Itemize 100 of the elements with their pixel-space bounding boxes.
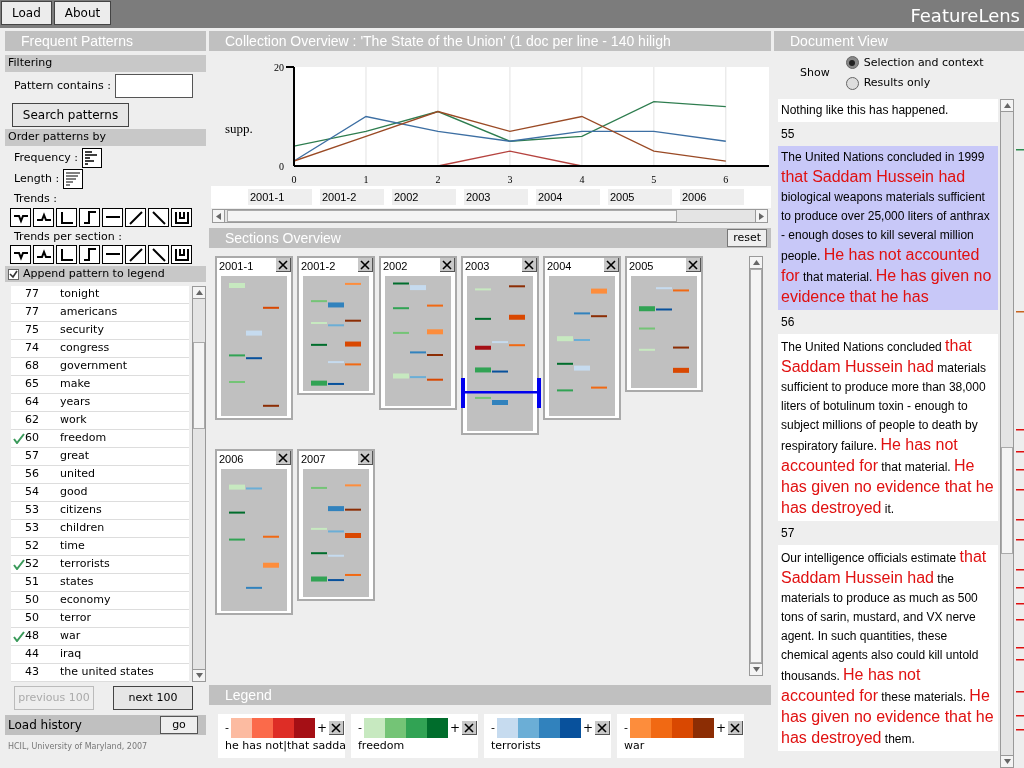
close-icon[interactable] [604,258,619,272]
close-icon[interactable] [276,451,291,465]
falling-line-icon[interactable] [148,207,169,227]
document-paragraph[interactable]: Our intelligence officials estimate that Saddam Hussein had the materials to produce as much as 500 tons of sarin, mustard, and VX nerve agent. In such quantities, these chemical agents also could kill untold thousands. He has not accounted for these materials. He has given no evidence that he has destroyed them. [778,545,998,751]
section-card[interactable]: 2007 [297,449,375,601]
paragraph-number: 55 [780,126,796,143]
right-arrow-icon[interactable] [759,212,764,220]
pattern-row[interactable]: 77 americans [11,304,189,322]
down-arrow-icon[interactable] [195,673,203,678]
section-card[interactable]: 2001-1 [215,256,293,420]
down-arrow-icon[interactable] [752,667,760,672]
checkbox[interactable] [8,268,19,280]
pattern-row[interactable]: 77 tonight [11,286,189,304]
left-arrow-icon[interactable] [216,212,221,220]
radio-label: Selection and context [863,54,984,71]
close-icon[interactable] [595,721,611,735]
step-up-icon[interactable] [79,245,100,264]
pattern-row[interactable]: 53 children [11,520,189,538]
document-paragraph[interactable]: The United Nations concluded that Saddam Hussein had materials sufficient to produce more than 38,000 liters of botulinum toxin - enough to subject millions of people to death by respiratory failure. He has not accounted for that material. He has given no evidence that he has destroyed it. [778,334,998,521]
pattern-text: government [60,358,128,375]
legend-label: war [624,739,645,752]
close-icon[interactable] [358,451,373,465]
close-icon[interactable] [462,721,478,735]
pattern-row[interactable]: 50 economy [11,592,189,610]
close-icon[interactable] [522,258,537,272]
pattern-row[interactable]: 52 time [11,538,189,556]
section-card[interactable]: 2006 [215,449,293,615]
toolbar-button[interactable]: Load [1,1,52,25]
pattern-row[interactable]: 74 congress [11,340,189,358]
section-title: 2007 [301,452,326,467]
pattern-row[interactable]: 52 terrorists [11,556,189,574]
increase-label: + [450,720,461,737]
step-down-icon[interactable] [56,207,77,227]
pattern-row[interactable]: 48 war [11,628,189,646]
scrollbar-thumb[interactable] [750,269,762,663]
list-scrollbar[interactable] [192,286,206,682]
rising-line-icon[interactable] [125,245,146,264]
notch-icon[interactable] [171,245,192,264]
next-button[interactable]: next 100 [113,686,193,710]
up-arrow-icon[interactable] [752,260,760,265]
reset-button[interactable]: reset [727,229,767,247]
close-icon[interactable] [440,258,455,272]
up-arrow-icon[interactable] [1003,103,1011,108]
pattern-row[interactable]: 54 good [11,484,189,502]
pattern-count: 74 [25,340,40,357]
section-card[interactable]: 2005 [625,256,703,392]
step-down-icon[interactable] [56,245,77,264]
pattern-text: good [60,484,88,501]
notch-icon[interactable] [171,207,192,227]
pattern-row[interactable]: 53 citizens [11,502,189,520]
close-icon[interactable] [358,258,373,272]
document-scrollbar[interactable] [1000,99,1014,768]
paragraph-number: 56 [780,314,796,331]
scrollbar-thumb[interactable] [1001,446,1013,554]
section-card[interactable]: 2003 [461,256,539,435]
close-icon[interactable] [329,721,345,735]
section-label: 2004 [536,188,600,206]
falling-line-icon[interactable] [148,245,169,264]
pattern-count: 75 [25,322,40,339]
document-paragraph[interactable]: The United Nations concluded in 1999 that Saddam Hussein had biological weapons materials sufficient to produce over 25,000 liters of anthrax - enough doses to kill several million people. He has not accounted for that material. He has given no evidence that he has [778,146,998,310]
pattern-row[interactable]: 51 states [11,574,189,592]
scrollbar-thumb[interactable] [227,210,677,222]
close-icon[interactable] [728,721,744,735]
pattern-row[interactable]: 68 government [11,358,189,376]
sections-scrollbar[interactable] [749,256,763,676]
up-arrow-icon[interactable] [195,290,203,295]
pattern-row[interactable]: 44 iraq [11,646,189,664]
toolbar-button[interactable]: About [53,1,112,25]
pattern-row[interactable]: 43 the united states [11,664,189,682]
section-card[interactable]: 2001-2 [297,256,375,395]
pattern-row[interactable]: 57 great [11,448,189,466]
pattern-row[interactable]: 60 freedom [11,430,189,448]
pattern-input-field[interactable] [114,74,193,98]
down-arrow-icon[interactable] [1003,759,1011,764]
radio-button[interactable] [845,76,859,90]
close-icon[interactable] [686,258,701,272]
search-patterns-button[interactable]: Search patterns [12,103,129,127]
bars-icon[interactable] [82,148,103,168]
horizontal-scrollbar[interactable] [212,209,768,223]
section-label: 2002 [392,188,456,206]
pattern-row[interactable]: 62 work [11,412,189,430]
scrollbar-thumb[interactable] [193,342,205,429]
radio-button[interactable] [845,56,859,70]
document-paragraph[interactable]: Nothing like this has happened. [778,99,998,122]
range-selector[interactable] [461,378,541,408]
pattern-row[interactable]: 64 years [11,394,189,412]
step-up-icon[interactable] [79,207,100,227]
close-icon[interactable] [276,258,291,272]
x-tick-label: 2 [435,174,441,185]
pattern-row[interactable]: 56 united [11,466,189,484]
pattern-row[interactable]: 50 terror [11,610,189,628]
go-button[interactable]: go [160,716,198,734]
section-card[interactable]: 2004 [543,256,621,420]
lines-icon[interactable] [63,169,84,189]
pattern-text: iraq [60,646,82,663]
pattern-row[interactable]: 65 make [11,376,189,394]
rising-line-icon[interactable] [125,207,146,227]
pattern-row[interactable]: 75 security [11,322,189,340]
pattern-text: united [60,466,96,483]
section-card[interactable]: 2002 [379,256,457,410]
